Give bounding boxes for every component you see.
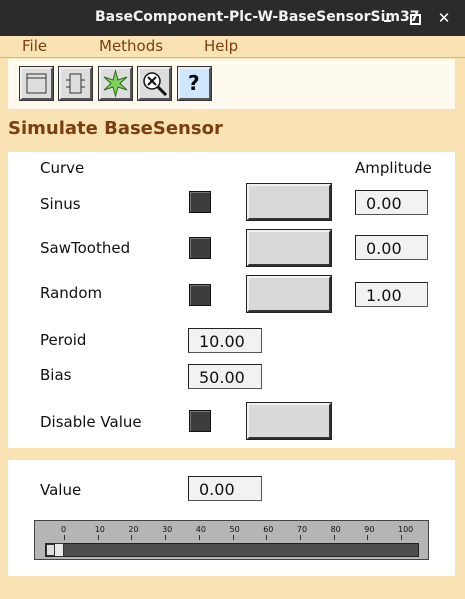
- slider-tick-mark: [266, 535, 268, 540]
- sinus-indicator: [189, 191, 211, 213]
- slider-track[interactable]: [45, 543, 419, 557]
- close-icon[interactable]: ✕: [436, 10, 452, 26]
- magnifier-icon: [143, 72, 168, 97]
- simulation-panel: Curve Amplitude Sinus 0.00 SawToothed 0.…: [8, 152, 455, 448]
- value-slider[interactable]: 0 10 20 30 40 50 60 70 80 90 100: [34, 520, 429, 560]
- value-label: Value: [40, 481, 82, 499]
- random-amplitude-field[interactable]: 1.00: [355, 282, 428, 307]
- curve-header: Curve: [40, 159, 85, 177]
- slider-tick-label: 70: [296, 525, 308, 534]
- amplitude-header: Amplitude: [355, 159, 432, 177]
- minimize-icon[interactable]: [380, 10, 396, 26]
- sinus-toggle-button[interactable]: [246, 183, 332, 221]
- page-title: Simulate BaseSensor: [8, 118, 223, 139]
- slider-tick-mark: [64, 535, 65, 540]
- menu-bar: File Methods Help: [0, 36, 465, 58]
- toolbar: ?: [8, 59, 455, 109]
- random-indicator: [189, 284, 211, 306]
- random-toggle-button[interactable]: [246, 275, 332, 313]
- object-icon: [66, 73, 85, 94]
- slider-handle[interactable]: [54, 543, 64, 557]
- slider-tick-mark: [333, 535, 335, 540]
- slider-tick-mark: [299, 535, 301, 540]
- slider-tick-mark: [367, 535, 369, 540]
- menu-file[interactable]: File: [22, 37, 47, 55]
- window-title: BaseComponent-Plc-W-BaseSensorSim37: [95, 9, 420, 25]
- window-icon: [26, 73, 47, 94]
- slider-tick-mark: [232, 535, 234, 540]
- slider-tick-label: 20: [128, 525, 139, 534]
- slider-tick-label: 80: [330, 525, 341, 534]
- slider-tick-label: 60: [263, 525, 274, 534]
- slider-tick-mark: [198, 535, 200, 540]
- peroid-field[interactable]: 10.00: [188, 328, 262, 353]
- help-icon: ?: [188, 71, 200, 95]
- help-button[interactable]: ?: [177, 66, 212, 101]
- trend-button[interactable]: [98, 66, 133, 101]
- value-display: 0.00: [188, 476, 262, 501]
- slider-tick-label: 30: [162, 525, 173, 534]
- bias-label: Bias: [40, 366, 72, 384]
- disable-value-toggle-button[interactable]: [246, 402, 332, 440]
- slider-tick-mark: [401, 535, 402, 540]
- peroid-label: Peroid: [40, 331, 87, 349]
- value-panel: Value 0.00 0 10 20 30 40 50 60 70 80 90 100: [8, 460, 455, 576]
- object-button[interactable]: [58, 66, 93, 101]
- graph-window-button[interactable]: [19, 66, 54, 101]
- random-label: Random: [40, 284, 103, 302]
- sawtoothed-amplitude-field[interactable]: 0.00: [355, 235, 428, 260]
- sinus-label: Sinus: [40, 195, 81, 213]
- menu-methods[interactable]: Methods: [99, 37, 163, 55]
- slider-tick-mark: [165, 535, 167, 540]
- maximize-icon[interactable]: [407, 10, 423, 26]
- slider-tick-label: 90: [364, 525, 375, 534]
- slider-tick-label: 50: [229, 525, 240, 534]
- title-bar: BaseComponent-Plc-W-BaseSensorSim37 ✕: [0, 0, 465, 36]
- sawtoothed-toggle-button[interactable]: [246, 229, 332, 267]
- slider-tick-label: 100: [398, 525, 414, 534]
- menu-help[interactable]: Help: [204, 37, 238, 55]
- slider-tick-label: 40: [195, 525, 206, 534]
- crossref-button[interactable]: [137, 66, 172, 101]
- slider-tick-label: 0: [61, 525, 67, 534]
- slider-tick-mark: [131, 535, 133, 540]
- bias-field[interactable]: 50.00: [188, 364, 262, 389]
- sinus-amplitude-field[interactable]: 0.00: [355, 190, 428, 215]
- sawtoothed-label: SawToothed: [40, 239, 131, 257]
- disable-value-indicator: [189, 410, 211, 432]
- slider-tick-label: 10: [94, 525, 105, 534]
- sawtoothed-indicator: [189, 237, 211, 259]
- star-icon: [103, 69, 128, 98]
- slider-tick-mark: [97, 535, 99, 540]
- disable-value-label: Disable Value: [40, 413, 142, 431]
